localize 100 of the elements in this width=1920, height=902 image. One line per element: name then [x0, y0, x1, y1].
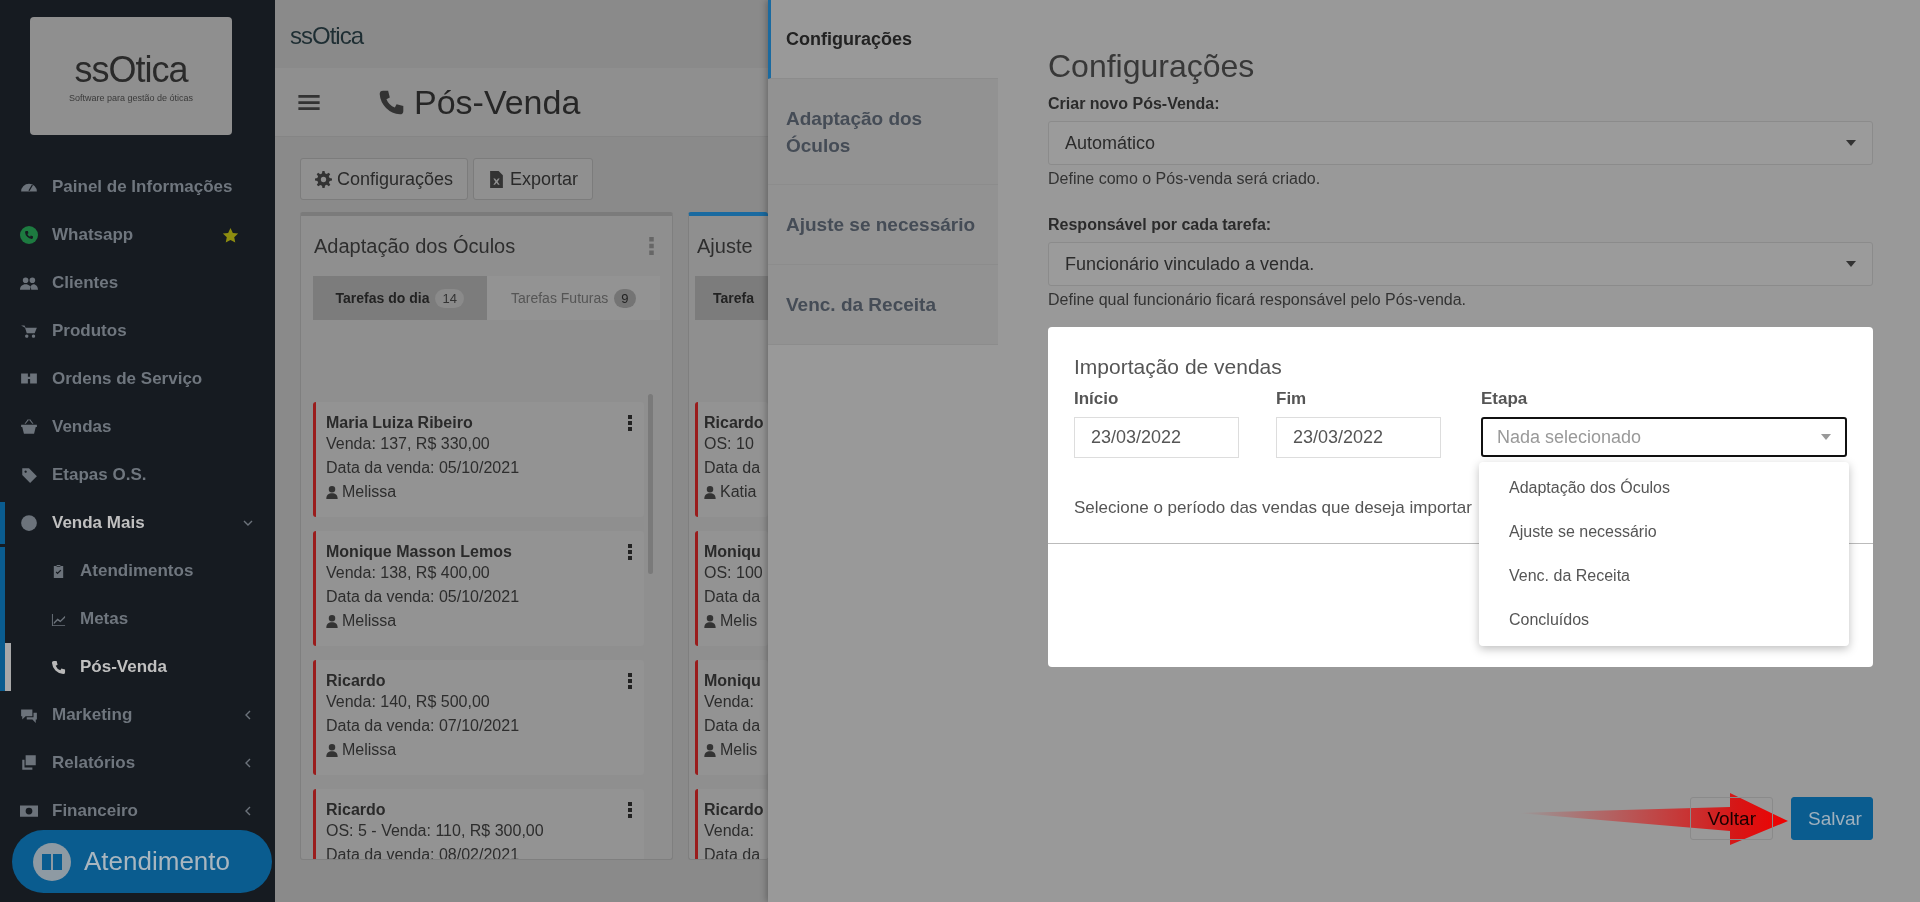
count-badge: 14 — [435, 288, 464, 308]
date-field[interactable]: 23/03/2022 — [1074, 417, 1239, 458]
more-icon[interactable] — [628, 802, 632, 818]
task-card[interactable]: Ricardo OS: 10 Data da Katia — [695, 402, 768, 517]
phone-icon — [378, 88, 405, 116]
book-icon — [32, 841, 72, 882]
settings-tab[interactable]: Ajuste se necessário — [768, 185, 998, 265]
more-icon[interactable] — [628, 673, 632, 689]
settings-title: Configurações — [1048, 48, 1256, 85]
card-detail: Venda: 137, R$ 330,00 — [326, 434, 491, 454]
card-detail: OS: 5 - Venda: 110, R$ 300,00 — [326, 821, 545, 841]
dropdown-option[interactable]: Concluídos — [1479, 598, 1849, 642]
phone-icon — [51, 659, 66, 675]
support-button[interactable]: Atendimento — [12, 830, 272, 893]
task-card[interactable]: Moniqu Venda: Data da Melis — [695, 660, 768, 775]
customer-name: Moniqu — [704, 672, 761, 690]
task-card[interactable]: Maria Luiza Ribeiro Venda: 137, R$ 330,00 Data da venda: 05/10/2021 Melissa — [313, 402, 644, 517]
logo-text: ssOtica — [289, 21, 365, 51]
customer-name: Maria Luiza Ribeiro — [326, 414, 473, 432]
copy-icon — [20, 754, 38, 772]
settings-button[interactable]: Configurações — [300, 158, 469, 200]
menu-icon[interactable] — [298, 93, 320, 111]
sidebar-item[interactable]: Painel de Informações — [0, 166, 275, 208]
card-detail: OS: 100 — [704, 563, 764, 583]
column-title: Adaptação dos Óculos — [314, 234, 516, 258]
back-button[interactable]: Voltar — [1690, 797, 1773, 840]
sidebar-item[interactable]: Marketing — [0, 694, 275, 736]
task-card[interactable]: Moniqu OS: 100 Data da Melis — [695, 531, 768, 646]
card-detail: OS: 10 — [704, 434, 755, 454]
settings-tab[interactable]: Venc. da Receita — [768, 265, 998, 345]
person-name: Melissa — [342, 482, 397, 502]
clipboard-icon — [51, 563, 66, 579]
sidebar-item-label: Etapas O.S. — [52, 465, 147, 485]
sidebar-subitem[interactable]: Atendimentos — [5, 547, 275, 595]
tab-label: Tarefas do dia — [335, 290, 430, 306]
settings-tab[interactable]: Adaptação dos Óculos — [768, 79, 998, 185]
caret-icon — [1846, 140, 1856, 146]
sidebar-subitem-label: Metas — [80, 609, 129, 629]
page-title: Pós-Venda — [414, 82, 581, 122]
sidebar-subitem-label: Atendimentos — [80, 561, 194, 581]
person-name: Melissa — [342, 611, 397, 631]
card-detail: Data da venda: 07/10/2021 — [326, 716, 521, 736]
sidebar-item[interactable]: Ordens de Serviço — [0, 358, 275, 400]
card-detail: Data da — [704, 716, 762, 736]
sidebar-item-label: Ordens de Serviço — [52, 369, 203, 389]
sidebar-item[interactable]: Financeiro — [0, 790, 275, 832]
field-label: Criar novo Pós-Venda: — [1048, 95, 1221, 113]
chevron-left-icon — [243, 710, 253, 720]
task-card[interactable]: Monique Masson Lemos Venda: 138, R$ 400,00 Data da venda: 05/10/2021 Melissa — [313, 531, 644, 646]
users-icon — [20, 274, 38, 292]
column-tab[interactable]: Tarefas Futuras 9 — [486, 276, 660, 320]
sidebar-item[interactable]: Relatórios — [0, 742, 275, 784]
select-field[interactable]: Automático — [1048, 121, 1873, 165]
sidebar-item[interactable]: Etapas O.S. — [0, 454, 275, 496]
select-field[interactable]: Funcionário vinculado a venda. — [1048, 242, 1873, 286]
dropdown-option[interactable]: Venc. da Receita — [1479, 554, 1849, 598]
sidebar-item[interactable]: Vendas — [0, 406, 275, 448]
chevron-down-icon — [243, 518, 253, 528]
user-icon — [326, 743, 338, 757]
sidebar-item[interactable]: Clientes — [0, 262, 275, 304]
customer-name: Monique Masson Lemos — [326, 543, 512, 561]
save-button[interactable]: Salvar — [1791, 797, 1873, 840]
chart-icon — [51, 611, 66, 627]
customer-name: Ricardo — [326, 801, 386, 819]
card-detail: Data da venda: 05/10/2021 — [326, 587, 521, 607]
export-button[interactable]: Exportar — [473, 158, 594, 200]
basket-icon — [20, 418, 38, 436]
dropdown-option[interactable]: Ajuste se necessário — [1479, 510, 1849, 554]
sidebar-item-label: Marketing — [52, 705, 133, 725]
help-text: Define qual funcionário ficará responsável pelo Pós-venda. — [1048, 291, 1468, 309]
sidebar-subitem-label: Pós-Venda — [80, 657, 167, 677]
more-icon[interactable] — [628, 415, 632, 431]
dialog-note: Selecione o período das vendas que deseja importar — [1074, 498, 1473, 518]
count-badge: 9 — [614, 288, 636, 308]
customer-name: Moniqu — [704, 543, 761, 561]
select-field[interactable]: Nada selecionado — [1481, 417, 1847, 457]
more-icon[interactable] — [628, 544, 632, 560]
settings-tab[interactable]: Configurações — [768, 0, 998, 79]
column-tab[interactable]: Tarefa — [695, 276, 768, 320]
person-name: Melis — [720, 740, 758, 760]
sidebar-item-label: Vendas — [52, 417, 112, 437]
sidebar-item-label: Whatsapp — [52, 225, 134, 245]
sidebar-item[interactable]: Whatsapp — [0, 214, 275, 256]
sidebar-subitem[interactable]: Metas — [5, 595, 275, 643]
tag-icon — [20, 466, 38, 484]
card-detail: Venda: — [704, 692, 755, 712]
task-card[interactable]: Ricardo Venda: 140, R$ 500,00 Data da venda: 07/10/2021 Melissa — [313, 660, 644, 775]
date-field[interactable]: 23/03/2022 — [1276, 417, 1441, 458]
column-tab[interactable]: Tarefas do dia 14 — [313, 276, 487, 320]
card-detail: Data da — [704, 587, 762, 607]
tab-label: Tarefas Futuras — [511, 290, 609, 306]
customer-name: Ricardo — [704, 801, 764, 819]
sidebar-item[interactable]: Produtos — [0, 310, 275, 352]
banknote-icon — [20, 802, 38, 820]
user-icon — [704, 485, 716, 499]
field-label: Etapa — [1481, 389, 1529, 409]
dropdown-option[interactable]: Adaptação dos Óculos — [1479, 466, 1849, 510]
user-icon — [326, 614, 338, 628]
logo-text: ssOtica — [74, 49, 188, 91]
card-detail: Venda: — [704, 821, 755, 841]
